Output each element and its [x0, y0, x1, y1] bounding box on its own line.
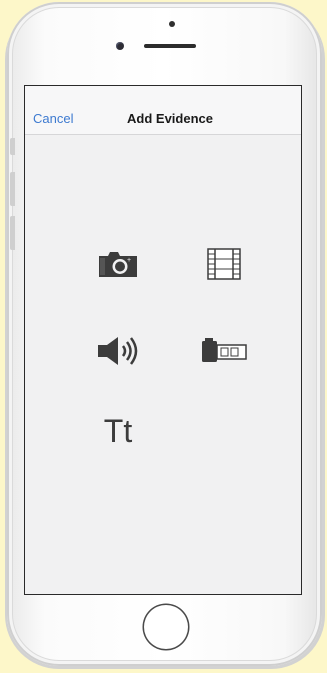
earpiece-speaker [144, 44, 196, 48]
film-icon [207, 248, 241, 280]
speaker-icon [98, 337, 138, 365]
add-photo-button[interactable]: + [95, 246, 141, 282]
app-screen: Cancel Add Evidence + Tt [25, 86, 301, 594]
add-file-button[interactable] [197, 334, 251, 366]
proximity-sensor [169, 21, 175, 27]
front-camera [116, 42, 124, 50]
volume-up-button [10, 172, 15, 206]
add-text-button[interactable]: Tt [93, 412, 143, 450]
add-audio-button[interactable] [93, 332, 145, 370]
add-video-button[interactable] [201, 246, 247, 282]
home-button[interactable] [144, 605, 188, 649]
volume-down-button [10, 216, 15, 250]
camera-icon: + [99, 252, 137, 277]
svg-text:+: + [127, 257, 131, 264]
page-title: Add Evidence [127, 111, 213, 126]
text-icon: Tt [103, 413, 133, 449]
navigation-bar: Cancel Add Evidence [25, 86, 301, 135]
battery-film-icon [202, 338, 247, 362]
mute-switch [10, 138, 15, 155]
